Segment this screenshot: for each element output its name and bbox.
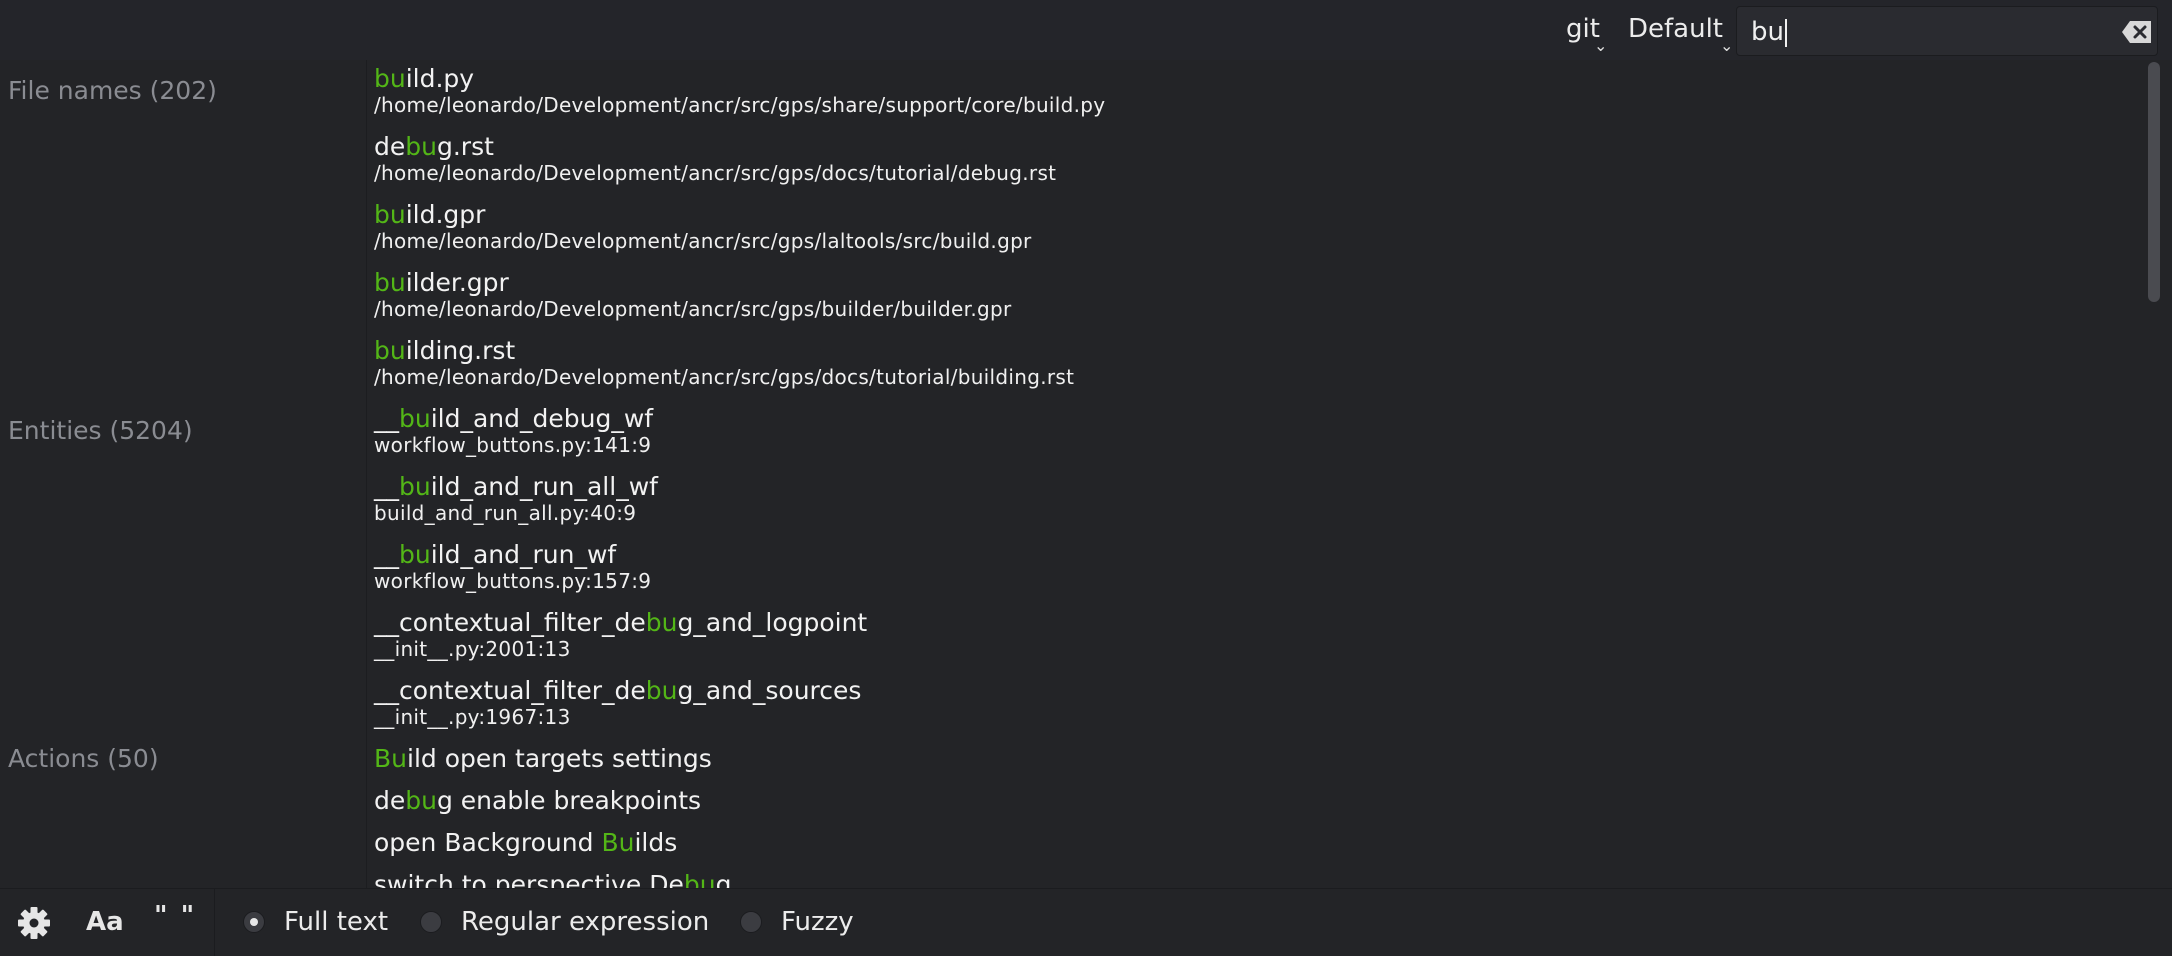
match-highlight: bu [374,64,406,93]
whole-word-toggle[interactable]: " " [154,901,196,931]
result-location: workflow_buttons.py:157:9 [374,569,652,593]
result-item[interactable]: build.gpr /home/leonardo/Development/anc… [374,200,1032,253]
result-item[interactable]: __contextual_filter_debug_and_logpoint _… [374,608,867,661]
match-highlight: bu [405,786,437,815]
result-title: open Background Builds [374,828,678,857]
result-location: build_and_run_all.py:40:9 [374,501,637,525]
category-label-actions: Actions (50) [8,744,159,773]
match-highlight: Bu [601,828,635,857]
match-highlight: bu [399,404,431,433]
result-path: /home/leonardo/Development/ancr/src/gps/… [374,297,1012,321]
search-field[interactable] [1736,6,2158,56]
mode-label: Full text [284,907,389,937]
gear-icon[interactable] [16,905,52,941]
chevron-down-icon: ⌄ [1594,36,1608,55]
result-title: __build_and_run_wf [374,540,617,569]
result-title: __contextual_filter_debug_and_logpoint [374,608,868,637]
match-highlight: bu [645,676,678,705]
match-highlight: bu [683,870,716,888]
search-options-bar: Aa " " Full text Regular expression Fuzz… [0,888,2172,956]
result-path: /home/leonardo/Development/ancr/src/gps/… [374,229,1032,253]
result-title: __build_and_run_all_wf [374,472,658,501]
result-title: Build open targets settings [374,744,712,773]
result-item[interactable]: builder.gpr /home/leonardo/Development/a… [374,268,1012,321]
result-item[interactable]: __build_and_debug_wf workflow_buttons.py… [374,404,653,457]
vcs-selector[interactable]: git ⌄ [1566,14,1607,54]
results-area: File names (202) Entities (5204) Actions… [0,60,2172,888]
result-path: /home/leonardo/Development/ancr/src/gps/… [374,365,1075,389]
result-item[interactable]: debug.rst /home/leonardo/Development/anc… [374,132,1056,185]
result-location: __init__.py:1967:13 [374,705,571,729]
result-title: builder.gpr [374,268,509,297]
result-item[interactable]: switch to perspective Debug [374,870,731,888]
match-highlight: bu [645,608,678,637]
result-title: build.gpr [374,200,486,229]
result-item[interactable]: building.rst /home/leonardo/Development/… [374,336,1074,389]
result-location: workflow_buttons.py:141:9 [374,433,652,457]
result-title: __contextual_filter_debug_and_sources [374,676,862,705]
result-item[interactable]: __contextual_filter_debug_and_sources __… [374,676,861,729]
radio-indicator [420,911,442,933]
column-divider [366,60,367,888]
result-path: /home/leonardo/Development/ancr/src/gps/… [374,93,1106,117]
match-highlight: bu [374,268,406,297]
result-title: building.rst [374,336,516,365]
search-toolbar: git ⌄ Default ⌄ [0,0,2172,60]
category-label-entities: Entities (5204) [8,416,193,445]
result-item[interactable]: Build open targets settings [374,744,712,774]
scope-selector[interactable]: Default ⌄ [1628,14,1733,54]
backspace-clear-icon[interactable] [2121,19,2153,45]
result-title: __build_and_debug_wf [374,404,654,433]
toolbar-divider [214,889,215,956]
mode-label: Fuzzy [781,907,854,937]
result-title: debug enable breakpoints [374,786,702,815]
category-label-files: File names (202) [8,76,217,105]
result-title: build.py [374,64,475,93]
match-highlight: bu [374,336,406,365]
chevron-down-icon: ⌄ [1720,36,1734,55]
mode-label: Regular expression [461,907,710,937]
match-highlight: bu [405,132,437,161]
result-item[interactable]: __build_and_run_wf workflow_buttons.py:1… [374,540,651,593]
match-highlight: Bu [374,744,407,773]
match-highlight: bu [374,200,406,229]
text-caret [1785,19,1787,47]
result-item[interactable]: build.py /home/leonardo/Development/ancr… [374,64,1105,117]
search-window: git ⌄ Default ⌄ File names (202) Entitie… [0,0,2172,956]
result-item[interactable]: debug enable breakpoints [374,786,701,816]
scope-selector-label: Default [1628,14,1723,44]
result-item[interactable]: __build_and_run_all_wf build_and_run_all… [374,472,658,525]
result-path: /home/leonardo/Development/ancr/src/gps/… [374,161,1057,185]
scrollbar-thumb[interactable] [2148,62,2160,302]
radio-indicator [243,911,265,933]
results-scrollbar[interactable] [2146,60,2164,888]
result-location: __init__.py:2001:13 [374,637,571,661]
result-title: debug.rst [374,132,494,161]
radio-indicator [740,911,762,933]
result-title: switch to perspective Debug [374,870,731,888]
match-highlight: bu [399,540,431,569]
match-highlight: bu [399,472,431,501]
result-item[interactable]: open Background Builds [374,828,677,858]
case-sensitive-toggle[interactable]: Aa [86,907,124,937]
search-input[interactable] [1751,15,2071,49]
